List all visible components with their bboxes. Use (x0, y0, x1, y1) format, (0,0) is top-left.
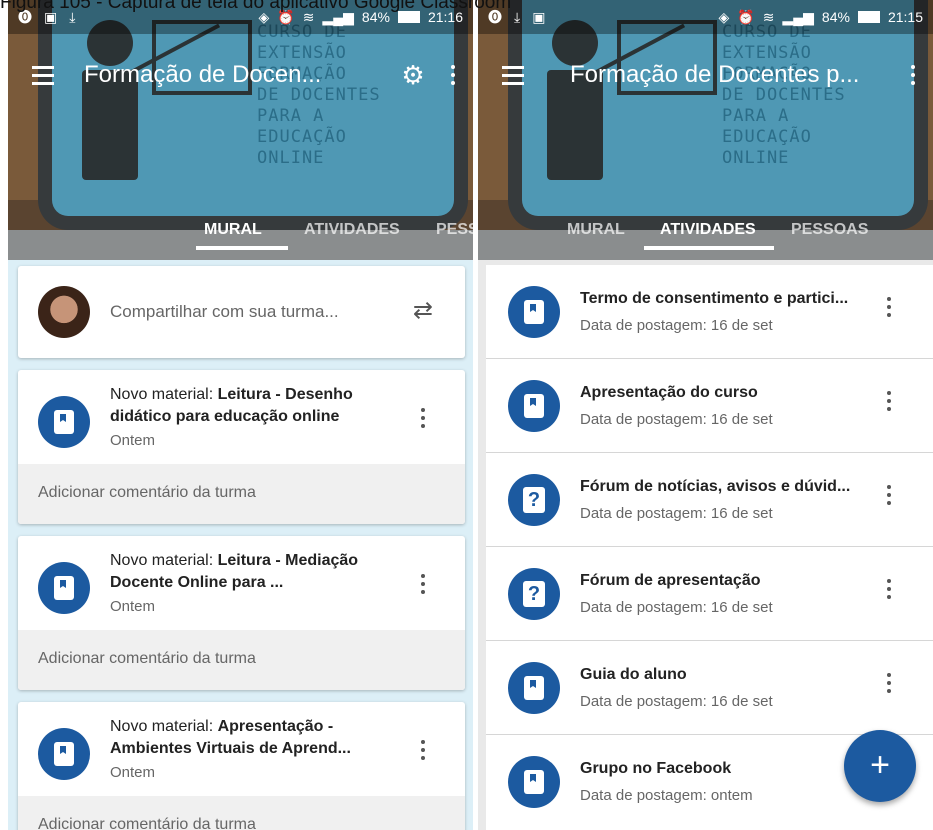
add-comment-field[interactable]: Adicionar comentário da turma (18, 630, 465, 690)
class-header-image: CURSO DE EXTENSÃO FORMAÇÃO DE DOCENTES P… (478, 0, 933, 260)
tab-pessoas[interactable]: PESSOAS (791, 221, 868, 239)
post-prefix: Novo material: (110, 552, 218, 569)
post-text: Novo material: Leitura - Desenho didátic… (110, 384, 400, 428)
figure-caption: Figura 105 - Captura de tela do aplicati… (0, 0, 512, 13)
item-menu-icon[interactable] (887, 579, 891, 599)
material-icon (38, 562, 90, 614)
material-icon (508, 286, 560, 338)
material-icon (38, 396, 90, 448)
item-date: Data de postagem: ontem (580, 787, 753, 804)
tab-indicator (196, 246, 288, 250)
menu-icon[interactable] (478, 65, 534, 85)
question-mark-icon: ? (523, 581, 545, 607)
list-item[interactable]: Termo de consentimento e partici... Data… (486, 265, 933, 359)
material-icon (38, 728, 90, 780)
sync-icon: ◈ (718, 8, 730, 25)
question-mark-icon: ? (523, 487, 545, 513)
book-icon (524, 394, 544, 418)
image-icon: ▣ (532, 8, 546, 25)
item-date: Data de postagem: 16 de set (580, 317, 773, 334)
phone-screen-atividades: CURSO DE EXTENSÃO FORMAÇÃO DE DOCENTES P… (478, 0, 933, 830)
item-date: Data de postagem: 16 de set (580, 505, 773, 522)
item-menu-icon[interactable] (887, 297, 891, 317)
question-icon: ? (508, 474, 560, 526)
class-title: Formação de Docentes p... (570, 61, 860, 88)
chalkboard-banner: CURSO DE EXTENSÃO FORMAÇÃO DE DOCENTES P… (508, 0, 928, 230)
post-menu-icon[interactable] (421, 740, 425, 760)
share-input[interactable]: Compartilhar com sua turma... (110, 302, 339, 322)
item-menu-icon[interactable] (887, 673, 891, 693)
chalkboard-banner: CURSO DE EXTENSÃO FORMAÇÃO DE DOCENTES P… (38, 0, 468, 230)
class-title: Formação de Docen... (84, 61, 322, 88)
item-date: Data de postagem: 16 de set (580, 599, 773, 616)
tab-mural[interactable]: MURAL (567, 221, 625, 239)
post-menu-icon[interactable] (421, 574, 425, 594)
download-icon: ⤓ (514, 8, 521, 25)
battery-icon (857, 11, 880, 23)
tab-pessoas[interactable]: PESS (436, 221, 473, 239)
list-item[interactable]: ? Fórum de apresentação Data de postagem… (486, 547, 933, 641)
tab-mural[interactable]: MURAL (204, 221, 262, 239)
post-time: Ontem (110, 764, 156, 781)
list-item[interactable]: ? Fórum de notícias, avisos e dúvid... D… (486, 453, 933, 547)
more-options-icon[interactable] (893, 65, 933, 85)
post-prefix: Novo material: (110, 386, 218, 403)
item-title: Apresentação do curso (580, 384, 758, 401)
add-comment-field[interactable]: Adicionar comentário da turma (18, 796, 465, 830)
clock: 21:15 (887, 9, 923, 25)
list-item[interactable]: Apresentação do curso Data de postagem: … (486, 359, 933, 453)
material-icon (508, 662, 560, 714)
more-options-icon[interactable] (433, 65, 473, 85)
post-text: Novo material: Apresentação - Ambientes … (110, 716, 400, 760)
item-date: Data de postagem: 16 de set (580, 693, 773, 710)
book-icon (524, 676, 544, 700)
post-card[interactable]: Novo material: Leitura - Desenho didátic… (18, 370, 465, 524)
post-time: Ontem (110, 598, 156, 615)
item-menu-icon[interactable] (887, 391, 891, 411)
repost-icon[interactable]: ⇄ (413, 296, 433, 325)
book-icon (524, 300, 544, 324)
material-icon (508, 380, 560, 432)
material-icon (508, 756, 560, 808)
tab-indicator (644, 246, 774, 250)
item-title: Fórum de notícias, avisos e dúvid... (580, 478, 851, 495)
post-time: Ontem (110, 432, 156, 449)
battery-percent: 84% (821, 9, 850, 25)
share-card[interactable]: Compartilhar com sua turma... ⇄ (18, 266, 465, 358)
post-card[interactable]: Novo material: Leitura - Mediação Docent… (18, 536, 465, 690)
post-menu-icon[interactable] (421, 408, 425, 428)
list-item[interactable]: Guia do aluno Data de postagem: 16 de se… (486, 641, 933, 735)
item-date: Data de postagem: 16 de set (580, 411, 773, 428)
item-title: Guia do aluno (580, 666, 687, 683)
tab-atividades[interactable]: ATIVIDADES (660, 221, 756, 239)
post-card[interactable]: Novo material: Apresentação - Ambientes … (18, 702, 465, 830)
item-menu-icon[interactable] (887, 485, 891, 505)
question-icon: ? (508, 568, 560, 620)
avatar (38, 286, 90, 338)
item-title: Grupo no Facebook (580, 760, 732, 777)
item-title: Termo de consentimento e partici... (580, 290, 849, 307)
item-title: Fórum de apresentação (580, 572, 761, 589)
menu-icon[interactable] (8, 65, 64, 85)
tab-atividades[interactable]: ATIVIDADES (304, 221, 400, 239)
phone-screen-mural: CURSO DE EXTENSÃO FORMAÇÃO DE DOCENTES P… (8, 0, 473, 830)
book-icon (54, 410, 74, 434)
alarm-icon: ⏰ (737, 8, 755, 25)
add-comment-field[interactable]: Adicionar comentário da turma (18, 464, 465, 524)
book-icon (54, 742, 74, 766)
app-bar: Formação de Docen... ⚙ (8, 50, 473, 100)
gear-icon[interactable]: ⚙ (393, 60, 433, 91)
system-icons: ◈ ⏰ ≋ ▂▄▆ 84% 21:15 (719, 9, 923, 26)
status-bar: ⓿ ⤓ ▣ ◈ ⏰ ≋ ▂▄▆ 84% 21:15 (478, 0, 933, 34)
class-header-image: CURSO DE EXTENSÃO FORMAÇÃO DE DOCENTES P… (8, 0, 473, 260)
signal-icon: ▂▄▆ (782, 8, 814, 25)
add-button[interactable]: + (844, 730, 916, 802)
book-icon (524, 770, 544, 794)
app-bar: Formação de Docentes p... (478, 50, 933, 100)
book-icon (54, 576, 74, 600)
post-prefix: Novo material: (110, 718, 218, 735)
wifi-icon: ≋ (762, 8, 775, 25)
post-text: Novo material: Leitura - Mediação Docent… (110, 550, 400, 594)
